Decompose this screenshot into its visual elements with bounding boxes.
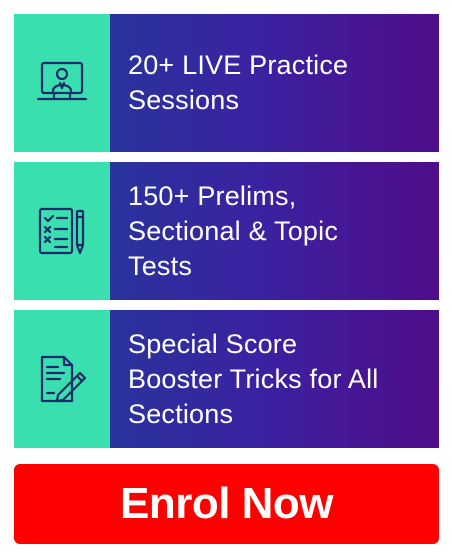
test-checklist-icon — [38, 207, 85, 255]
enrol-now-button[interactable]: Enrol Now — [14, 464, 439, 544]
course-features-banner: 20+ LIVE Practice Sessions 150+ Prelims,… — [0, 0, 452, 553]
feature-icon-panel — [14, 14, 110, 152]
enrol-now-label: Enrol Now — [119, 479, 334, 528]
feature-text-panel: 150+ Prelims, Sectional & Topic Tests — [110, 162, 439, 300]
feature-text-panel: Special Score Booster Tricks for All Sec… — [110, 310, 439, 448]
feature-card-booster-tricks: Special Score Booster Tricks for All Sec… — [14, 310, 439, 448]
feature-icon-panel — [14, 310, 110, 448]
live-session-icon — [36, 61, 88, 101]
feature-text: Special Score Booster Tricks for All Sec… — [128, 328, 379, 429]
feature-text-panel: 20+ LIVE Practice Sessions — [110, 14, 439, 152]
feature-card-tests: 150+ Prelims, Sectional & Topic Tests — [14, 162, 439, 300]
feature-icon-panel — [14, 162, 110, 300]
feature-text: 20+ LIVE Practice Sessions — [128, 50, 349, 115]
feature-card-live-sessions: 20+ LIVE Practice Sessions — [14, 14, 439, 152]
feature-text: 150+ Prelims, Sectional & Topic Tests — [128, 180, 339, 281]
document-pen-icon — [40, 355, 87, 403]
